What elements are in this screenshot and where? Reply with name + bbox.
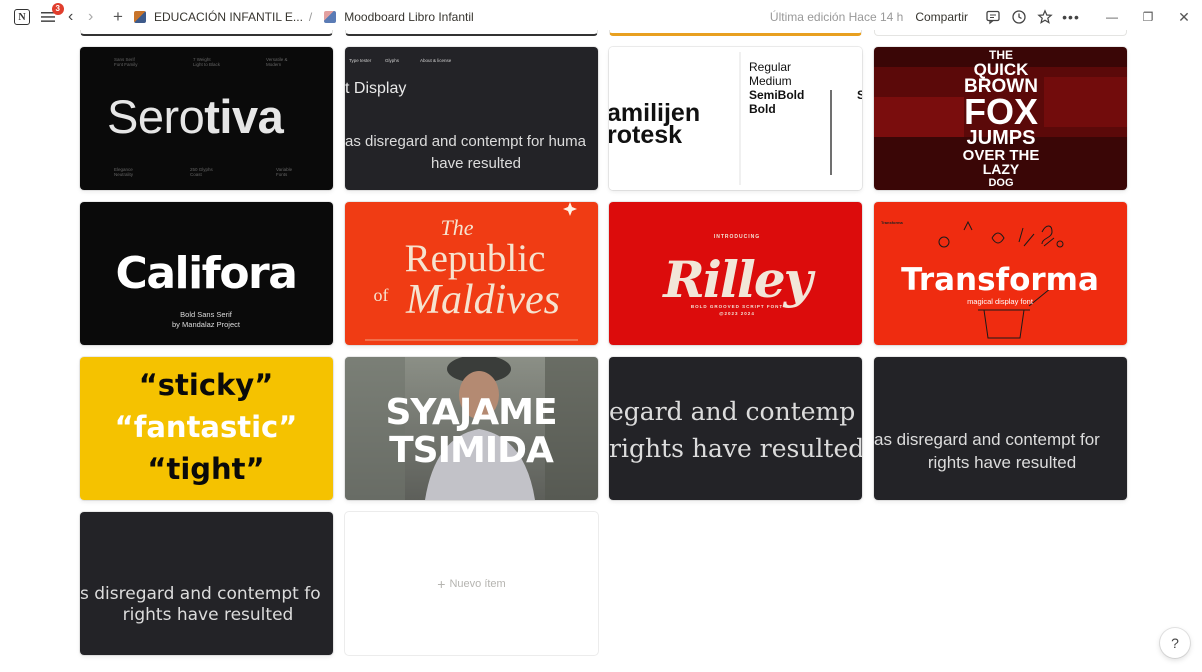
card-bottom-edge <box>874 30 1127 36</box>
title-bar: N 3 ‹ › + EDUCACIÓN INFANTIL E... / Mood… <box>0 0 1202 34</box>
comments-icon[interactable] <box>983 7 1003 27</box>
gallery-card-display-font[interactable]: Type tester Glyphs About & license t Dis… <box>345 47 598 190</box>
more-options-icon[interactable]: ••• <box>1061 7 1081 27</box>
breadcrumb-current[interactable]: Moodboard Libro Infantil <box>344 10 473 24</box>
preview-line-1: as disregard and contempt for <box>874 430 1100 449</box>
site-nav-link: Glyphs <box>385 58 400 63</box>
intro-label: INTRODUCING <box>714 234 760 240</box>
preview-heading: t Display <box>345 80 406 97</box>
restore-window-icon[interactable]: ❐ <box>1130 10 1166 24</box>
title-republic: Republic <box>405 237 546 280</box>
font-name: Califora <box>116 248 297 299</box>
pangram-word: JUMPS <box>967 127 1036 149</box>
gallery-card-syajame-tsimida[interactable]: SYAJAME TSIMIDA <box>345 357 598 500</box>
pangram-word: DOG <box>988 177 1013 189</box>
font-name-line-2: rotesk <box>609 121 682 149</box>
title-maldives: Maldives <box>405 277 560 323</box>
svg-text:Serotiva: Serotiva <box>107 90 285 143</box>
moodboard-page-icon <box>324 11 337 23</box>
title-of: of <box>374 285 389 305</box>
gallery-card-rilley[interactable]: INTRODUCING Rilley BOLD GROOVED SCRIPT F… <box>609 202 862 345</box>
preview-line-1: egard and contemp <box>609 397 855 426</box>
sidebar-menu-icon[interactable]: 3 <box>38 3 64 27</box>
weight-edge-letter: S <box>857 88 862 102</box>
minimize-window-icon[interactable]: — <box>1094 10 1130 24</box>
gallery-card-sticky[interactable]: “sticky” “fantastic” “tight” <box>80 357 333 500</box>
breadcrumb-parent[interactable]: EDUCACIÓN INFANTIL E... <box>154 10 303 24</box>
favorite-star-icon[interactable] <box>1035 7 1055 27</box>
title-line-1: SYAJAME <box>385 392 556 433</box>
close-window-icon[interactable]: ✕ <box>1166 9 1202 26</box>
preview-line-2: have resulted <box>431 155 521 172</box>
title-line-2: TSIMIDA <box>389 430 554 471</box>
font-name: Rilley <box>661 250 815 309</box>
sample-word: “fantastic” <box>115 410 298 444</box>
card-bottom-edge <box>80 30 333 36</box>
preview-line-2: rights have resulted <box>609 434 862 463</box>
breadcrumb: EDUCACIÓN INFANTIL E... / Moodboard Libr… <box>134 10 474 24</box>
sample-word: “sticky” <box>139 368 274 402</box>
share-button[interactable]: Compartir <box>915 10 968 24</box>
gallery-card-sample-text-5[interactable]: s disregard and contempt fo rights have … <box>80 512 333 655</box>
help-button[interactable]: ? <box>1160 628 1190 658</box>
site-nav-link: About & license <box>420 58 452 63</box>
card-bottom-edge <box>609 30 862 36</box>
card-bottom-edge <box>345 30 598 36</box>
sample-word: “tight” <box>147 452 264 486</box>
font-year: @2023 2024 <box>719 311 755 316</box>
preview-line-2: rights have resulted <box>928 453 1076 472</box>
notion-logo-icon[interactable]: N <box>14 9 30 25</box>
corner-label: Transforma <box>881 220 904 225</box>
spec-label: Neutrality <box>114 172 134 177</box>
gallery-card-quick-brown-fox[interactable]: THE QUICK BROWN FOX JUMPS OVER THE LAZY … <box>874 47 1127 190</box>
plus-icon: + <box>437 575 446 592</box>
new-item-button[interactable]: + Nuevo ítem <box>345 512 598 655</box>
new-page-plus-icon[interactable]: + <box>108 7 128 27</box>
spec-label: Font Family <box>114 62 138 67</box>
page-emoji-icon <box>134 11 146 23</box>
gallery-card-familijen-grotesk[interactable]: amilijen rotesk Regular Medium SemiBold … <box>609 47 862 190</box>
notification-badge: 3 <box>51 3 64 15</box>
weight-label: Bold <box>749 102 776 116</box>
pangram-word: FOX <box>964 91 1038 132</box>
preview-line-2: rights have resulted <box>123 605 294 625</box>
font-subtitle: BOLD GROOVED SCRIPT FONT <box>691 304 783 309</box>
spec-label: Fonts <box>276 172 288 177</box>
gallery-card-califora[interactable]: Califora Bold Sans Serif by Mandalaz Pro… <box>80 202 333 345</box>
back-arrow-icon[interactable]: ‹ <box>68 8 82 26</box>
gallery-card-republic-maldives[interactable]: The Republic of Maldives <box>345 202 598 345</box>
spec-label: Modern <box>266 62 282 67</box>
font-name-light: Sero <box>107 90 204 143</box>
font-name-bold: tiva <box>204 90 284 143</box>
history-clock-icon[interactable] <box>1009 7 1029 27</box>
weight-label: Medium <box>749 74 792 88</box>
last-edited-text: Última edición Hace 14 h <box>769 10 904 24</box>
new-item-label: Nuevo ítem <box>449 577 506 590</box>
forward-arrow-icon[interactable]: › <box>88 8 102 26</box>
spec-label: Light to Black <box>193 62 221 67</box>
weight-label: SemiBold <box>749 88 804 102</box>
gallery-card-serotiva[interactable]: Sans Serif Font Family 7 Weight Light to… <box>80 47 333 190</box>
preview-line-1: as disregard and contempt for huma <box>345 133 587 150</box>
font-name: Transforma <box>901 262 1099 298</box>
font-subtitle: Bold Sans Serif <box>180 310 233 319</box>
gallery-card-sample-text-4[interactable]: as disregard and contempt for rights hav… <box>874 357 1127 500</box>
preview-line-1: s disregard and contempt fo <box>80 584 321 604</box>
gallery-card-sample-text-3[interactable]: egard and contemp rights have resulted <box>609 357 862 500</box>
gallery-card-transforma[interactable]: Transforma Transforma magical display fo… <box>874 202 1127 345</box>
font-author: by Mandalaz Project <box>172 320 241 329</box>
site-nav-link: Type tester <box>349 58 372 63</box>
spec-label: Coast <box>190 172 203 177</box>
weight-label: Regular <box>749 60 791 74</box>
pangram-word: LAZY <box>983 161 1020 177</box>
font-subtitle: magical display font <box>967 297 1034 306</box>
breadcrumb-separator: / <box>308 10 313 24</box>
